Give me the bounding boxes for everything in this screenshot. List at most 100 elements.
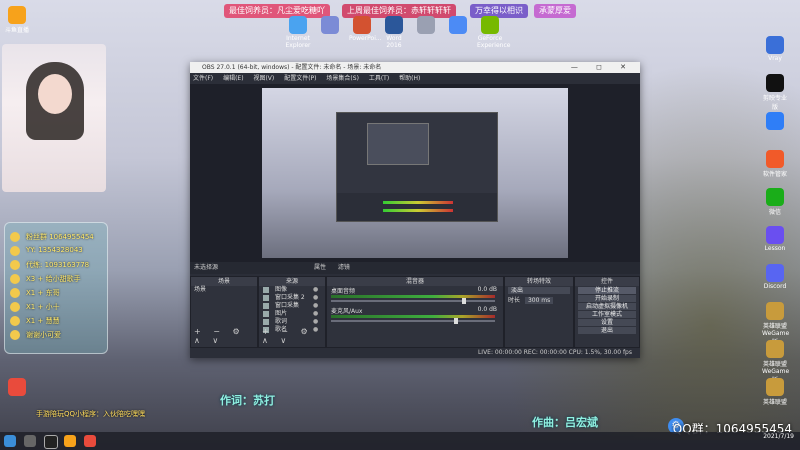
app-icon — [8, 378, 26, 396]
source-item[interactable]: 歌词 ● — [259, 318, 325, 326]
app-icon — [289, 16, 307, 34]
chat-avatar — [10, 274, 20, 284]
nested-obs-capture-inner — [367, 123, 429, 165]
chat-avatar — [10, 302, 20, 312]
source-name: 歌词 — [275, 318, 288, 325]
douyu-taskbar-icon[interactable] — [64, 435, 76, 447]
desktop-icon-left[interactable]: 斗鱼直播 — [4, 6, 30, 34]
start-button-icon[interactable] — [4, 435, 16, 447]
app-icon — [449, 16, 467, 34]
app-taskbar-icon[interactable] — [84, 435, 96, 447]
properties-button[interactable]: 属性 — [314, 264, 326, 271]
no-source-label: 未选择源 — [194, 264, 219, 271]
nested-meter-2 — [383, 209, 453, 212]
source-item[interactable]: 窗口采集 ● — [259, 302, 325, 310]
control-button[interactable]: 退出 — [578, 327, 636, 334]
desktop-icon-right[interactable]: Vray — [762, 36, 788, 62]
app-icon — [481, 16, 499, 34]
visibility-eye-icon[interactable]: ● — [313, 310, 318, 318]
app-icon — [385, 16, 403, 34]
menu-tools[interactable]: 工具(T) — [369, 75, 389, 82]
obs-taskbar-icon[interactable] — [44, 435, 58, 449]
duration-label: 时长 — [508, 297, 521, 304]
window-controls[interactable]: — ◻ ✕ — [571, 62, 634, 73]
control-button[interactable]: 工作室模式 — [578, 311, 636, 318]
desktop-icon-right[interactable]: 微信 — [762, 188, 788, 216]
control-button[interactable]: 启动虚拟摄像机 — [578, 303, 636, 310]
chat-avatar — [10, 288, 20, 298]
desktop-icon-right[interactable]: 剪映专业版 — [762, 74, 788, 111]
volume-slider[interactable] — [331, 320, 495, 322]
obs-statusbar: LIVE: 00:00:00 REC: 00:00:00 CPU: 1.5%, … — [190, 348, 640, 358]
volume-slider-knob[interactable] — [462, 298, 466, 304]
volume-slider-knob[interactable] — [454, 318, 458, 324]
sources-dock-buttons[interactable]: + − ⚙ ∧ ∨ — [262, 327, 325, 345]
app-icon — [766, 150, 784, 168]
sources-dock: 来源 图像 ● 窗口采集 2 ● 窗口采集 ● 图片 ● 歌词 ● 歌名 ● + − ⚙ ∧ ∨ — [258, 276, 326, 348]
filters-button[interactable]: 滤镜 — [338, 264, 350, 271]
desktop-icon-top[interactable]: GeForce Experience — [477, 16, 510, 49]
source-item[interactable]: 图像 ● — [259, 286, 325, 294]
desktop-icon-right[interactable]: Lesson — [762, 226, 788, 252]
control-button[interactable]: 开始录制 — [578, 295, 636, 302]
control-button[interactable]: 停止推流 — [578, 287, 636, 294]
desktop-icon-top[interactable] — [413, 16, 439, 35]
source-type-icon — [263, 311, 269, 317]
taskbar-clock[interactable]: 2021/7/19 — [763, 433, 794, 441]
desktop-icon-top[interactable] — [317, 16, 343, 35]
desktop-icon-top[interactable]: Word 2016 — [381, 16, 407, 49]
volume-slider[interactable] — [331, 300, 495, 302]
search-taskbar-icon[interactable] — [24, 435, 36, 447]
scene-item[interactable]: 场景 — [191, 286, 257, 294]
obs-preview-area[interactable] — [190, 84, 640, 262]
source-type-icon — [263, 295, 269, 301]
chat-line: X1 + 慧慧 — [26, 317, 60, 325]
desktop-icon-right[interactable]: 软件管家 — [762, 150, 788, 178]
obs-title: OBS 27.0.1 (64-bit, windows) - 配置文件: 未命名… — [202, 64, 382, 71]
scenes-dock-buttons[interactable]: + − ⚙ ∧ ∨ — [194, 327, 257, 345]
chat-avatar — [10, 232, 20, 242]
app-icon — [417, 16, 435, 34]
menu-scene-collection[interactable]: 场景集合(S) — [326, 75, 359, 82]
source-item[interactable]: 图片 ● — [259, 310, 325, 318]
desktop-icon-right[interactable]: Discord — [762, 264, 788, 290]
menu-edit[interactable]: 编辑(E) — [223, 75, 243, 82]
chat-line: 代练: 1093163778 — [26, 261, 90, 269]
duration-input[interactable]: 300 ms — [524, 297, 554, 304]
chat-avatar — [10, 316, 20, 326]
desktop-icon-top[interactable] — [445, 16, 471, 35]
source-type-icon — [263, 287, 269, 293]
app-icon — [321, 16, 339, 34]
mixer-channel: 桌面音频 0.0 dB — [327, 286, 503, 306]
menu-file[interactable]: 文件(F) — [193, 75, 213, 82]
desktop-icon-label: PowerPoi... — [349, 35, 382, 42]
desktop-icon-top[interactable]: PowerPoi... — [349, 16, 382, 42]
nested-meter-1 — [383, 201, 453, 204]
visibility-eye-icon[interactable]: ● — [313, 318, 318, 326]
source-item[interactable]: 窗口采集 2 ● — [259, 294, 325, 302]
transition-select[interactable]: 淡出 — [508, 287, 570, 294]
visibility-eye-icon[interactable]: ● — [313, 302, 318, 310]
desktop-icon-right[interactable]: 英雄联盟 — [762, 378, 788, 406]
clock-date: 2021/7/19 — [763, 433, 794, 440]
preview-canvas[interactable] — [262, 88, 568, 258]
desktop-icon-top[interactable]: Internet Explorer — [285, 16, 311, 49]
desktop-icon-label: 剪映专业版 — [762, 95, 787, 111]
desktop-icon-left[interactable] — [4, 378, 30, 397]
menu-help[interactable]: 帮助(H) — [399, 75, 420, 82]
mixer-channel-name: 麦克风/Aux — [331, 308, 363, 315]
desktop-icon-label: Internet Explorer — [285, 35, 311, 49]
menu-view[interactable]: 视图(V) — [253, 75, 274, 82]
chat-line: X1 + 小十 — [26, 303, 60, 311]
nested-obs-mixer — [337, 193, 497, 221]
mixer-channel-db: 0.0 dB — [477, 286, 497, 293]
chat-avatar — [10, 330, 20, 340]
menu-profile[interactable]: 配置文件(P) — [284, 75, 316, 82]
visibility-eye-icon[interactable]: ● — [313, 294, 318, 302]
visibility-eye-icon[interactable]: ● — [313, 286, 318, 294]
transition-duration-row: 时长 300 ms — [505, 295, 573, 304]
scenes-dock: 场景 场景 + − ⚙ ∧ ∨ — [190, 276, 258, 348]
chat-line: 谢谢小可爱 — [26, 331, 61, 339]
control-button[interactable]: 设置 — [578, 319, 636, 326]
desktop-icon-right[interactable] — [762, 112, 788, 131]
